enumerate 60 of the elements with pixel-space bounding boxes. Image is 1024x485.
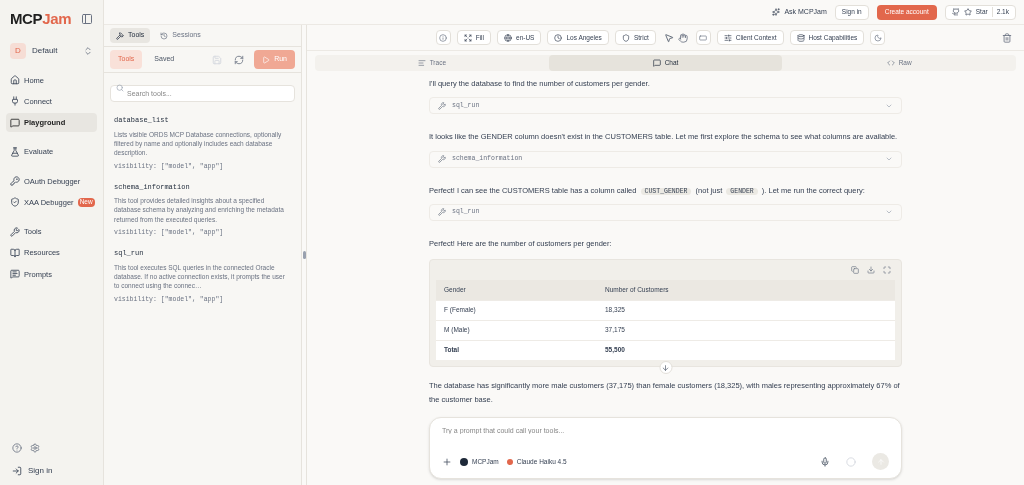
flask-icon bbox=[10, 146, 20, 157]
hammer-icon bbox=[116, 31, 124, 40]
info-icon bbox=[439, 33, 448, 42]
moon-button[interactable] bbox=[870, 30, 886, 45]
moon-icon bbox=[873, 33, 882, 42]
lines-icon bbox=[417, 59, 426, 67]
hand-icon[interactable] bbox=[677, 32, 688, 43]
home-icon bbox=[10, 75, 20, 86]
star-icon bbox=[963, 8, 972, 16]
wrench-icon bbox=[438, 101, 446, 110]
sidebar-toggle-icon[interactable] bbox=[81, 13, 93, 26]
fullscreen-icon[interactable] bbox=[883, 266, 891, 275]
microphone-icon[interactable] bbox=[820, 456, 830, 467]
chevron-icon bbox=[885, 155, 893, 163]
sliders-icon bbox=[723, 33, 732, 42]
chevrons-icon bbox=[83, 45, 93, 56]
pointer-icon[interactable] bbox=[663, 32, 674, 43]
shield-icon bbox=[621, 33, 630, 42]
plug-icon bbox=[10, 96, 20, 107]
server-logo bbox=[460, 457, 468, 466]
wrench-icon bbox=[438, 208, 446, 217]
globe-icon bbox=[504, 33, 512, 42]
save-icon[interactable] bbox=[212, 54, 223, 65]
workspace-selector[interactable]: D Default bbox=[6, 38, 97, 63]
info-button[interactable] bbox=[435, 30, 451, 45]
rectangle-button[interactable] bbox=[695, 30, 711, 45]
workspace-avatar: D bbox=[10, 42, 26, 59]
code-icon bbox=[886, 59, 895, 67]
circle-icon bbox=[846, 456, 856, 467]
database-icon bbox=[796, 33, 805, 42]
add-icon[interactable] bbox=[442, 456, 452, 467]
sign-in-link[interactable]: Sign in bbox=[6, 465, 97, 477]
history-icon bbox=[160, 31, 169, 40]
chat-icon bbox=[652, 59, 661, 67]
wrench-icon bbox=[438, 155, 446, 163]
search-icon bbox=[116, 83, 124, 92]
github-icon bbox=[951, 8, 960, 16]
clock-icon bbox=[554, 33, 563, 42]
settings-icon[interactable] bbox=[30, 443, 40, 453]
chat-icon bbox=[10, 117, 20, 128]
message-icon bbox=[10, 269, 20, 280]
workspace-name: Default bbox=[32, 44, 59, 57]
copy-icon[interactable] bbox=[851, 266, 859, 275]
expand-icon bbox=[463, 33, 472, 42]
arrow-down-icon bbox=[661, 363, 670, 372]
delete-icon[interactable] bbox=[1002, 32, 1012, 43]
model-logo bbox=[506, 458, 513, 465]
logo: MCPJam bbox=[10, 9, 72, 29]
play-icon bbox=[262, 55, 271, 64]
shield-icon bbox=[10, 197, 20, 208]
download-icon[interactable] bbox=[867, 266, 875, 275]
key-icon bbox=[10, 176, 20, 187]
refresh-icon[interactable] bbox=[234, 54, 245, 65]
book-icon bbox=[10, 247, 20, 258]
sparkles-icon bbox=[772, 8, 781, 16]
help-icon[interactable] bbox=[12, 443, 22, 453]
wrench-icon bbox=[10, 226, 20, 237]
resize-handle[interactable] bbox=[302, 251, 306, 259]
sign-in-icon bbox=[12, 466, 22, 476]
rectangle-icon bbox=[699, 33, 708, 42]
